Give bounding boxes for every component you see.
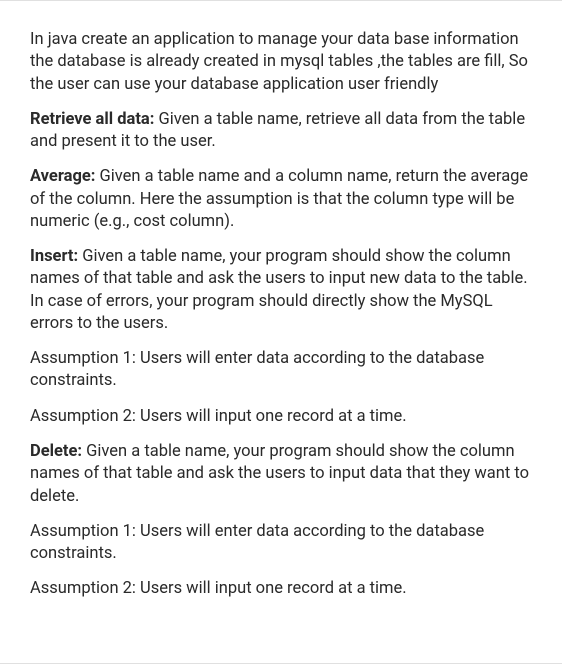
delete-assumption-2-text: Assumption 2: Users will input one recor… [30,579,407,598]
insert-assumption-2-text: Assumption 2: Users will input one recor… [30,407,407,426]
intro-text: In java create an application to manage … [30,30,528,94]
insert-assumption-2: Assumption 2: Users will input one recor… [30,406,532,428]
average-paragraph: Average: Given a table name and a column… [30,166,532,233]
insert-assumption-1-text: Assumption 1: Users will enter data acco… [30,349,484,390]
insert-lead: Insert: [30,247,82,266]
document-content: In java create an application to manage … [30,29,532,601]
retrieve-lead: Retrieve all data: [30,110,159,129]
delete-assumption-2: Assumption 2: Users will input one recor… [30,578,532,600]
retrieve-paragraph: Retrieve all data: Given a table name, r… [30,109,532,154]
average-text: Given a table name and a column name, re… [30,167,528,231]
delete-assumption-1-text: Assumption 1: Users will enter data acco… [30,522,484,563]
insert-paragraph: Insert: Given a table name, your program… [30,246,532,335]
delete-lead: Delete: [30,442,86,461]
insert-assumption-1: Assumption 1: Users will enter data acco… [30,348,532,393]
delete-text: Given a table name, your program should … [30,442,529,506]
average-lead: Average: [30,167,100,186]
delete-paragraph: Delete: Given a table name, your program… [30,441,532,508]
delete-assumption-1: Assumption 1: Users will enter data acco… [30,521,532,566]
intro-paragraph: In java create an application to manage … [30,29,532,96]
insert-text: Given a table name, your program should … [30,247,528,333]
